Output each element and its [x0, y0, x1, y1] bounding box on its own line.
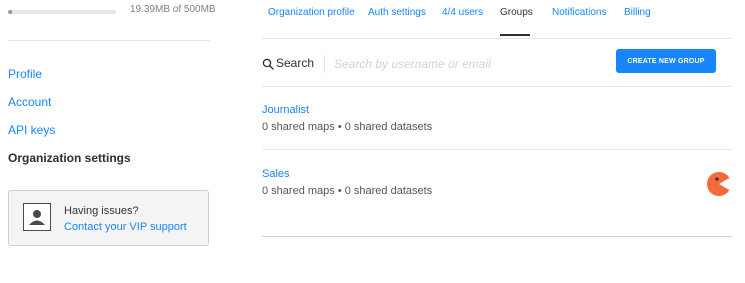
group-list: Journalist 0 shared maps • 0 shared data… [262, 86, 732, 237]
sidebar-item-profile[interactable]: Profile [8, 66, 131, 94]
search-separator [324, 55, 325, 73]
search-input[interactable] [334, 54, 534, 74]
search-label: Search [276, 56, 315, 70]
list-item: Journalist 0 shared maps • 0 shared data… [262, 86, 732, 150]
storage-progress-fill [8, 10, 13, 14]
storage-indicator: 19.39MB of 500MB [8, 4, 220, 18]
main-content: Organization profile Auth settings 4/4 u… [262, 0, 732, 283]
support-box: Having issues? Contact your VIP support [8, 190, 209, 246]
search-icon [262, 57, 274, 70]
create-new-group-button[interactable]: CREATE NEW GROUP [616, 49, 716, 73]
group-stats: 0 shared maps • 0 shared datasets [262, 185, 433, 197]
group-name-link[interactable]: Journalist [262, 104, 309, 116]
tab-groups[interactable]: Groups [500, 7, 533, 18]
storage-usage-text: 19.39MB of 500MB [130, 4, 216, 15]
tab-auth-settings[interactable]: Auth settings [368, 7, 426, 18]
sidebar-divider [8, 40, 210, 41]
settings-tabs: Organization profile Auth settings 4/4 u… [262, 0, 732, 36]
user-avatar-icon [23, 203, 51, 231]
tab-organization-profile[interactable]: Organization profile [268, 7, 355, 18]
search-bar: Search CREATE NEW GROUP [262, 48, 732, 80]
tab-users[interactable]: 4/4 users [442, 7, 483, 18]
storage-progress-bar [8, 10, 116, 14]
sidebar-item-api-keys[interactable]: API keys [8, 122, 131, 150]
tab-billing[interactable]: Billing [624, 7, 651, 18]
support-title: Having issues? [64, 205, 139, 217]
sidebar-item-account[interactable]: Account [8, 94, 131, 122]
sidebar: 19.39MB of 500MB Profile Account API key… [0, 0, 220, 283]
list-item: Sales 0 shared maps • 0 shared datasets [262, 150, 732, 237]
group-stats: 0 shared maps • 0 shared datasets [262, 121, 433, 133]
sidebar-nav: Profile Account API keys Organization se… [8, 66, 131, 178]
pacman-icon[interactable] [707, 172, 731, 196]
active-tab-indicator [500, 34, 530, 36]
tab-notifications[interactable]: Notifications [552, 7, 606, 18]
support-contact-link[interactable]: Contact your VIP support [64, 221, 187, 233]
group-name-link[interactable]: Sales [262, 168, 290, 180]
sidebar-item-organization-settings[interactable]: Organization settings [8, 150, 131, 178]
list-divider [262, 236, 732, 237]
tabs-divider [262, 38, 732, 39]
